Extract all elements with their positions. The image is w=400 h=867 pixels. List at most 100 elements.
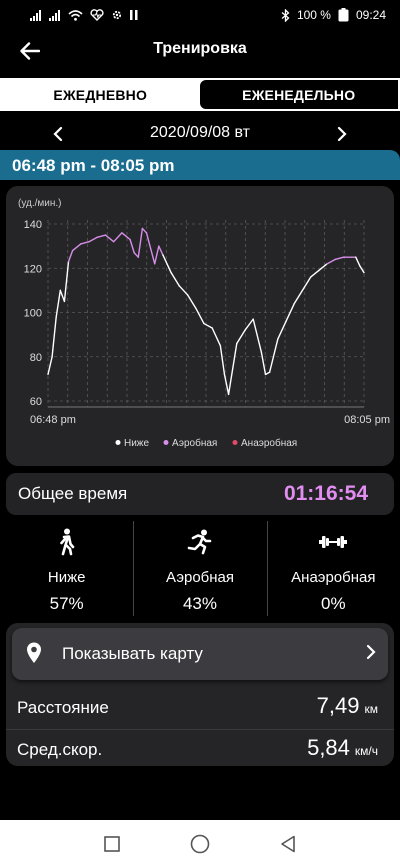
- hr-line-segment: [244, 318, 254, 331]
- hr-line-segment: [137, 227, 144, 258]
- hr-line-segment: [186, 294, 197, 309]
- settings-gear-icon: [111, 9, 123, 21]
- legend-dot: [232, 440, 238, 445]
- hr-line-segment: [80, 241, 90, 245]
- y-tick-label: 100: [24, 308, 42, 320]
- hr-line-segment: [252, 318, 263, 354]
- y-tick-label: 140: [24, 219, 42, 231]
- chevron-right-icon: [366, 644, 376, 665]
- hr-line-segment: [301, 276, 312, 292]
- heart-rate-chart-card: (уд./мин.) 140 120 100 80 60 06:48 pm 08:05 pm Н…: [6, 186, 394, 466]
- y-axis-label: (уд./мин.): [18, 198, 61, 209]
- walk-icon: [57, 527, 77, 557]
- tab-weekly[interactable]: ЕЖЕНЕДЕЛЬНО: [199, 80, 398, 109]
- zone-label: Ниже: [47, 569, 86, 586]
- distance-label: Расстояние: [17, 698, 109, 717]
- legend-dot: [115, 440, 121, 445]
- hr-line-segment: [141, 227, 148, 234]
- pause-icon: [130, 10, 138, 20]
- battery-icon: [338, 8, 349, 22]
- hr-line-segment: [318, 263, 328, 272]
- y-tick-label: 60: [30, 396, 42, 408]
- run-icon: [187, 527, 213, 557]
- clock-time: 09:24: [355, 8, 386, 22]
- hr-line-segment: [112, 232, 123, 243]
- show-map-button[interactable]: Показывать карту: [12, 628, 388, 680]
- legend-dot: [163, 440, 169, 445]
- session-time-band: 06:48 pm - 08:05 pm: [0, 150, 400, 180]
- app-header: Тренировка: [0, 30, 400, 72]
- recents-button[interactable]: [104, 835, 120, 852]
- home-button[interactable]: [190, 834, 210, 854]
- system-nav-bar: [0, 820, 400, 867]
- heart-monitor-icon: [90, 9, 104, 21]
- wifi-icon: [68, 9, 83, 21]
- zone-aerobic: Аэробная 43%: [133, 521, 266, 616]
- page-title: Тренировка: [153, 40, 247, 57]
- hr-line-segment: [170, 271, 181, 287]
- triangle-back-icon: [281, 835, 295, 852]
- dumbbell-icon: [319, 527, 348, 557]
- hr-line-segment: [88, 236, 98, 243]
- nav-back-button[interactable]: [280, 835, 296, 853]
- workout-details-card: Показывать карту Расстояние 7,49 км Сред.…: [6, 623, 394, 766]
- status-icons-left: [30, 9, 138, 21]
- hr-line-segment: [96, 234, 107, 238]
- zone-label: Аэробная: [165, 569, 234, 586]
- hr-line-segment: [355, 256, 361, 267]
- hr-line-segment: [47, 356, 53, 376]
- show-map-label: Показывать карту: [62, 644, 203, 663]
- hr-line-segment: [162, 254, 172, 274]
- hr-line-segment: [195, 307, 205, 325]
- status-bar: 100 % 09:24: [0, 0, 400, 30]
- zone-value: 43%: [182, 594, 217, 613]
- distance-value: 7,49: [316, 693, 360, 718]
- total-time-row: Общее время 01:16:54: [6, 473, 394, 515]
- hr-line-segment: [121, 232, 131, 241]
- y-tick-label: 80: [30, 352, 42, 364]
- hr-line-segment: [260, 351, 267, 376]
- status-icons-right: 100 % 09:24: [281, 8, 386, 22]
- hr-line-segment: [158, 245, 164, 256]
- avg-speed-label: Сред.скор.: [17, 740, 103, 759]
- hr-line-segment: [154, 245, 160, 265]
- bluetooth-icon: [281, 8, 290, 22]
- session-time-range: 06:48 pm - 08:05 pm: [12, 156, 175, 175]
- total-time-value: 01:16:54: [283, 482, 368, 505]
- zone-anaerobic: Анаэробная 0%: [266, 521, 400, 616]
- legend-label: Анаэробная: [241, 437, 297, 449]
- hr-line-segment: [55, 289, 62, 318]
- distance-unit: км: [364, 702, 379, 716]
- signal-icon-2: [49, 9, 61, 21]
- y-tick-label: 120: [24, 263, 42, 275]
- hr-line-segment: [51, 316, 57, 358]
- hr-line-segment: [67, 249, 74, 263]
- chevron-right-icon: [337, 126, 347, 142]
- zone-below: Ниже 57%: [0, 521, 133, 616]
- hr-line-segment: [236, 329, 246, 345]
- hr-line-segment: [59, 289, 66, 303]
- hr-line-segment: [268, 338, 279, 373]
- avg-speed-unit: км/ч: [354, 744, 378, 758]
- square-icon: [104, 835, 120, 852]
- hr-line-segment: [223, 373, 230, 396]
- hr-line-segment: [104, 234, 115, 243]
- hr-line-segment: [293, 289, 304, 305]
- distance-row: Расстояние 7,49 км: [6, 687, 394, 727]
- x-start-label: 06:48 pm: [30, 414, 76, 426]
- avg-speed-value: 5,84: [307, 735, 350, 760]
- hr-line-segment: [219, 344, 226, 376]
- circle-icon: [190, 834, 210, 853]
- heart-rate-chart: (уд./мин.) 140 120 100 80 60 06:48 pm 08:05 pm Н…: [18, 198, 390, 449]
- battery-percent: 100 %: [296, 8, 331, 22]
- legend-label: Аэробная: [172, 437, 217, 449]
- legend-label: Ниже: [124, 438, 149, 449]
- hr-line-segment: [309, 269, 320, 278]
- tab-daily[interactable]: ЕЖЕДНЕВНО: [1, 79, 200, 110]
- hr-line-segment: [71, 243, 82, 252]
- avg-speed-row: Сред.скор. 5,84 км/ч: [6, 729, 394, 769]
- hr-line-segment: [334, 256, 345, 261]
- hr-line-segment: [227, 342, 238, 396]
- x-end-label: 08:05 pm: [344, 414, 390, 426]
- next-date-button[interactable]: [330, 122, 354, 146]
